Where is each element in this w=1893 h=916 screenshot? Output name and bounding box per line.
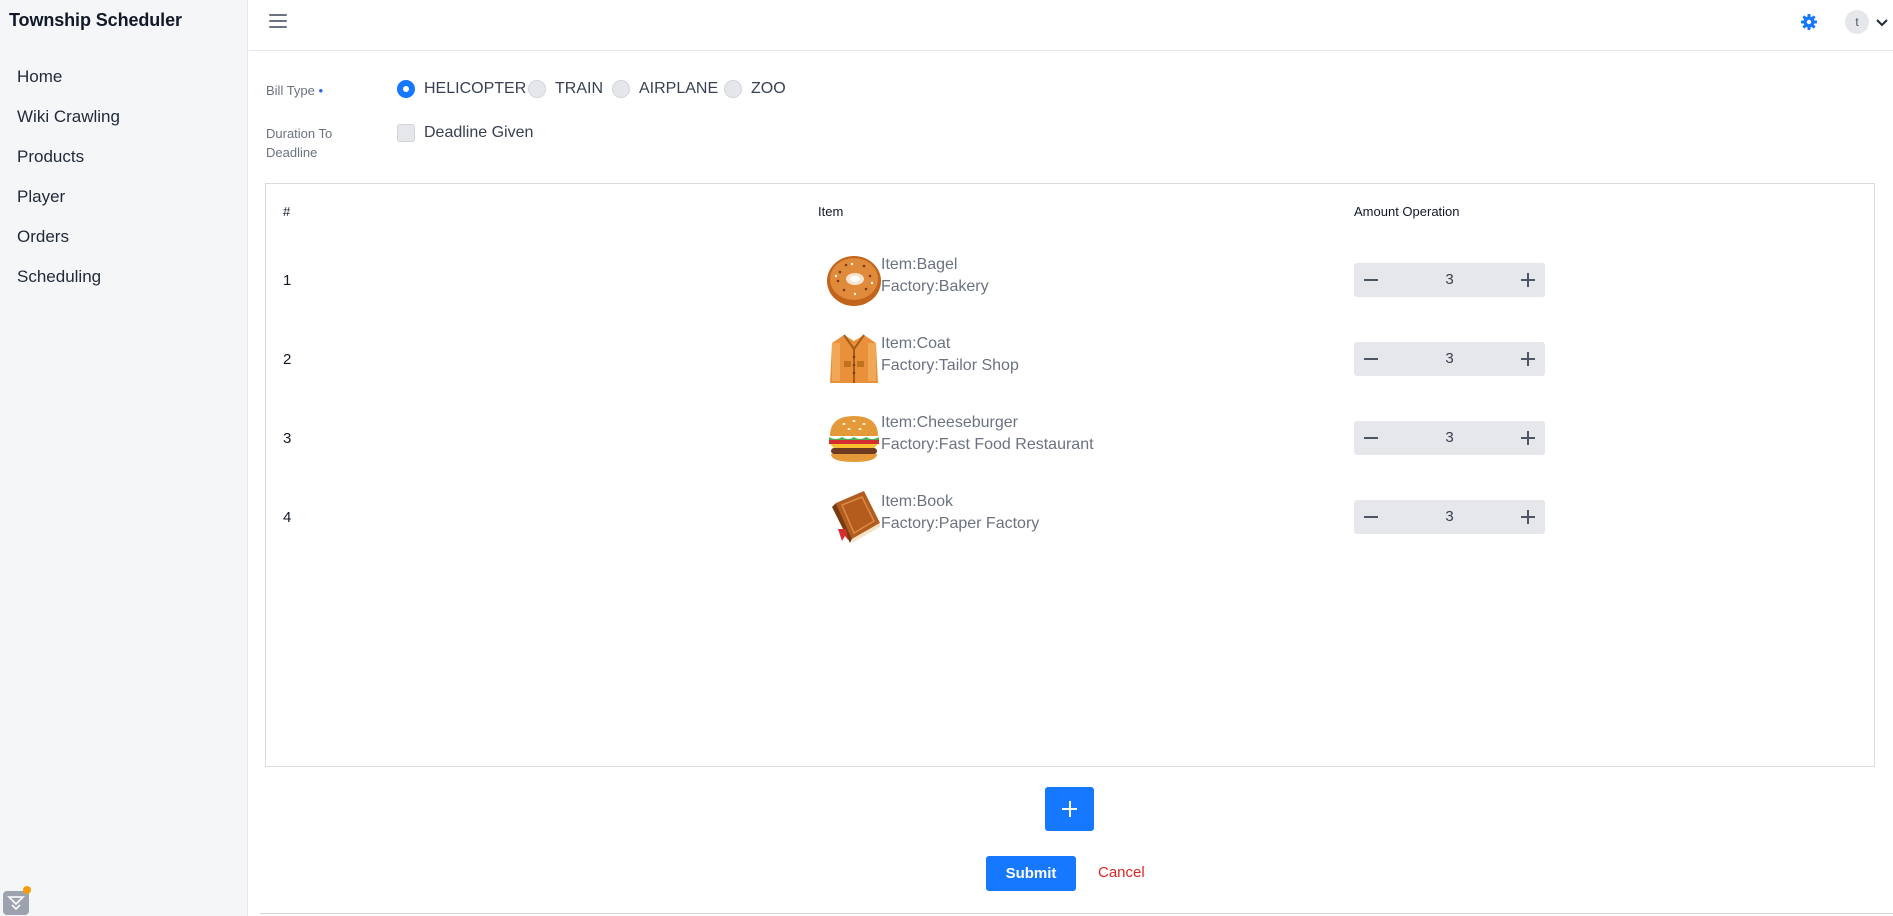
- radio-airplane[interactable]: AIRPLANE: [612, 80, 718, 98]
- item-name: Item:Bagel: [881, 256, 958, 273]
- bill-type-label: Bill Type •: [266, 81, 323, 100]
- duration-label-line2: Deadline: [266, 145, 318, 160]
- radio-dot: [724, 80, 742, 98]
- row-number: 2: [283, 351, 292, 368]
- menu-icon[interactable]: [269, 14, 287, 30]
- chevron-down-icon[interactable]: [1875, 15, 1889, 33]
- quantity-stepper: 3: [1354, 342, 1545, 376]
- row-number: 4: [283, 509, 292, 526]
- app: Township Scheduler Home Wiki Crawling Pr…: [0, 0, 1893, 916]
- divider: [260, 913, 1893, 914]
- duration-label-line1: Duration To: [266, 126, 333, 141]
- item-description: Item:Book Factory:Paper Factory: [881, 491, 1039, 535]
- row-number: 3: [283, 430, 292, 447]
- item-factory: Factory:Paper Factory: [881, 515, 1040, 532]
- quantity-value[interactable]: 3: [1388, 263, 1511, 297]
- checkbox-label: Deadline Given: [424, 124, 534, 141]
- decrement-button[interactable]: [1354, 500, 1388, 534]
- checkbox-box: [397, 124, 415, 142]
- increment-button[interactable]: [1511, 263, 1545, 297]
- sidebar-item-products[interactable]: Products: [17, 147, 84, 167]
- quantity-value[interactable]: 3: [1388, 342, 1511, 376]
- notification-dot: [23, 886, 31, 894]
- radio-train[interactable]: TRAIN: [528, 80, 603, 98]
- book-icon: [826, 489, 882, 545]
- decrement-button[interactable]: [1354, 263, 1388, 297]
- column-header-amount: Amount Operation: [1354, 204, 1460, 219]
- table-row: 3 Item:Cheeseburger Factory:Fast Food Re…: [266, 399, 1874, 478]
- quantity-stepper: 3: [1354, 421, 1545, 455]
- increment-button[interactable]: [1511, 500, 1545, 534]
- cheeseburger-icon: [826, 410, 882, 466]
- radio-zoo[interactable]: ZOO: [724, 80, 786, 98]
- radio-dot: [528, 80, 546, 98]
- item-description: Item:Coat Factory:Tailor Shop: [881, 333, 1019, 377]
- radio-helicopter[interactable]: HELICOPTER: [397, 80, 526, 98]
- cancel-button[interactable]: Cancel: [1098, 864, 1145, 881]
- radio-label: AIRPLANE: [639, 80, 719, 97]
- bagel-icon: [826, 252, 882, 308]
- feedback-icon[interactable]: [3, 891, 29, 915]
- sidebar-item-home[interactable]: Home: [17, 67, 62, 87]
- item-name: Item:Cheeseburger: [881, 414, 1018, 431]
- radio-dot: [612, 80, 630, 98]
- column-header-item: Item: [818, 204, 844, 219]
- gear-icon[interactable]: [1799, 12, 1819, 32]
- increment-button[interactable]: [1511, 421, 1545, 455]
- radio-label: TRAIN: [555, 80, 603, 97]
- deadline-given-checkbox[interactable]: Deadline Given: [397, 124, 533, 142]
- app-title: Township Scheduler: [9, 10, 182, 30]
- table-row: 1 Item:Bagel Factory:Bakery 3: [266, 241, 1874, 320]
- decrement-button[interactable]: [1354, 421, 1388, 455]
- increment-button[interactable]: [1511, 342, 1545, 376]
- submit-button[interactable]: Submit: [986, 856, 1076, 891]
- duration-label: Duration To Deadline: [266, 124, 332, 162]
- radio-label: HELICOPTER: [424, 80, 527, 97]
- item-description: Item:Bagel Factory:Bakery: [881, 254, 989, 298]
- item-name: Item:Coat: [881, 335, 951, 352]
- top-header: t: [249, 0, 1893, 51]
- decrement-button[interactable]: [1354, 342, 1388, 376]
- row-number: 1: [283, 272, 292, 289]
- sidebar-item-orders[interactable]: Orders: [17, 227, 69, 247]
- quantity-stepper: 3: [1354, 500, 1545, 534]
- table-row: 2 Item:Coat Factory:Tailor Shop 3: [266, 320, 1874, 399]
- avatar[interactable]: t: [1845, 10, 1869, 34]
- sidebar-item-scheduling[interactable]: Scheduling: [17, 267, 101, 287]
- radio-dot: [397, 80, 415, 98]
- coat-icon: [826, 331, 882, 387]
- sidebar-item-player[interactable]: Player: [17, 187, 65, 207]
- items-table: # Item Amount Operation 1 Item:Bagel Fac…: [265, 183, 1875, 767]
- item-factory: Factory:Tailor Shop: [881, 357, 1019, 374]
- radio-label: ZOO: [751, 80, 786, 97]
- item-description: Item:Cheeseburger Factory:Fast Food Rest…: [881, 412, 1094, 456]
- bill-type-label-text: Bill Type: [266, 83, 315, 98]
- add-item-button[interactable]: [1045, 787, 1094, 831]
- item-factory: Factory:Bakery: [881, 278, 989, 295]
- item-factory: Factory:Fast Food Restaurant: [881, 436, 1094, 453]
- table-row: 4 Item:Book Factory:Paper Factory 3: [266, 478, 1874, 557]
- sidebar: Township Scheduler Home Wiki Crawling Pr…: [0, 0, 248, 916]
- quantity-value[interactable]: 3: [1388, 421, 1511, 455]
- quantity-stepper: 3: [1354, 263, 1545, 297]
- quantity-value[interactable]: 3: [1388, 500, 1511, 534]
- sidebar-item-wiki-crawling[interactable]: Wiki Crawling: [17, 107, 120, 127]
- column-header-number: #: [283, 204, 291, 219]
- required-mark: •: [318, 83, 324, 98]
- item-name: Item:Book: [881, 493, 954, 510]
